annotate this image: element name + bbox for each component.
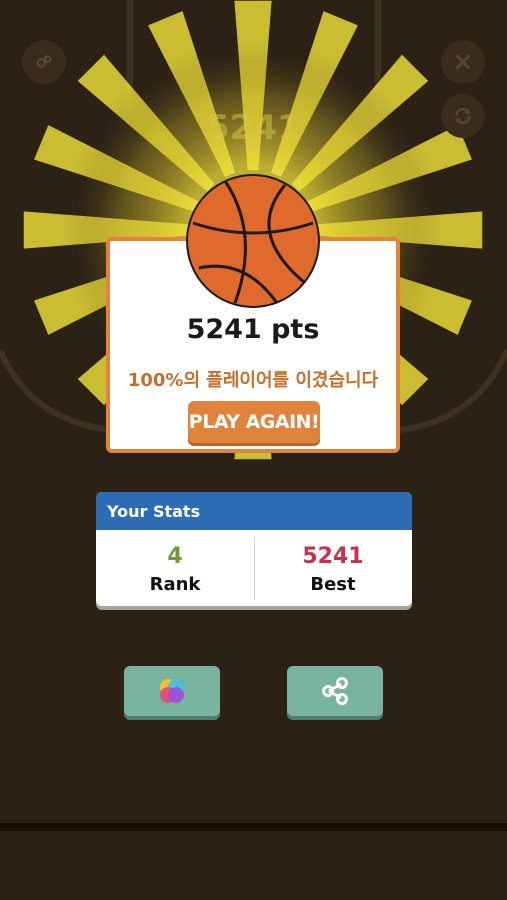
game-center-button[interactable] <box>124 666 220 716</box>
stats-header: Your Stats <box>96 492 412 530</box>
final-score: 5241 pts <box>186 314 320 345</box>
close-icon <box>456 55 470 69</box>
rank-value: 4 <box>167 544 183 569</box>
settings-icon <box>36 55 52 68</box>
ghost-score: 5241 <box>206 108 301 148</box>
settings-button[interactable] <box>22 40 66 84</box>
refresh-icon <box>455 108 471 124</box>
best-value: 5241 <box>302 544 364 569</box>
play-again-button[interactable]: PLAY AGAIN! <box>188 401 320 443</box>
share-button[interactable] <box>287 666 383 716</box>
close-button[interactable] <box>441 40 485 84</box>
stats-card: Your Stats 4 Rank 5241 Best <box>96 492 412 606</box>
share-icon <box>322 677 348 705</box>
stats-body: 4 Rank 5241 Best <box>96 530 412 606</box>
game-center-icon <box>160 679 184 703</box>
best-stat: 5241 Best <box>254 530 412 606</box>
rank-stat: 4 Rank <box>96 530 254 606</box>
percentile-text: 100%의 플레이어를 이겼습니다 <box>127 370 379 391</box>
best-label: Best <box>310 574 356 595</box>
play-again-label: PLAY AGAIN! <box>188 411 320 433</box>
basketball-icon <box>186 174 320 308</box>
rank-label: Rank <box>149 574 201 595</box>
refresh-button[interactable] <box>441 94 485 138</box>
floor-line <box>0 823 507 831</box>
